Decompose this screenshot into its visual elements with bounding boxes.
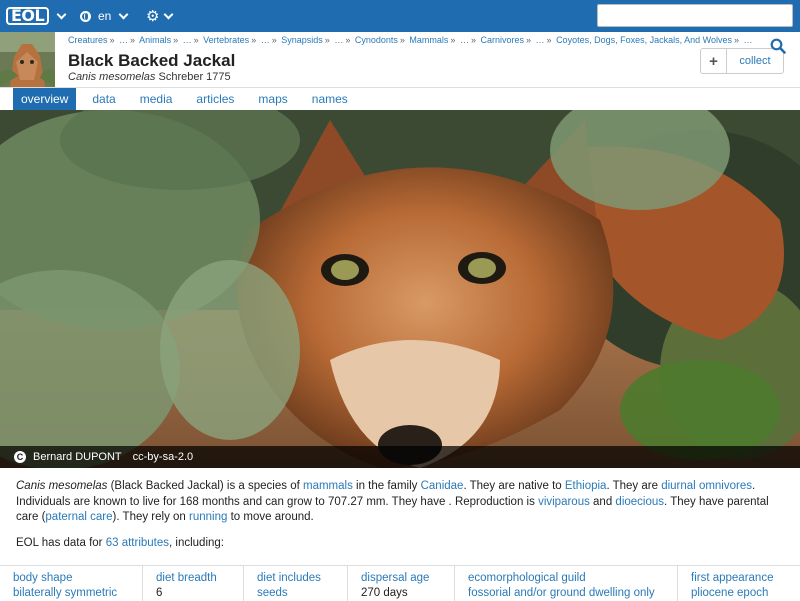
attribute-name[interactable]: diet includes [257,572,347,584]
summary-text: . They are [606,480,662,492]
summary-text: (Black Backed Jackal) is a species of [107,480,303,492]
attribute-cell: body shape bilaterally symmetric [0,566,143,601]
attribute-value[interactable]: fossorial and/or ground dwelling only [468,587,677,599]
link-mammals[interactable]: mammals [303,480,353,492]
tab-maps[interactable]: maps [250,88,295,110]
attributes-intro-text: , including: [169,537,224,549]
search-input[interactable] [597,4,793,27]
link-omnivores[interactable]: omnivores [699,480,752,492]
plus-icon[interactable]: + [701,49,727,73]
language-menu[interactable]: en [80,6,129,26]
link-diurnal[interactable]: diurnal [661,480,696,492]
attribute-cell: dispersal age 270 days [348,566,455,601]
attributes-intro: EOL has data for 63 attributes, includin… [16,537,224,549]
attribute-value: 270 days [361,587,408,599]
gear-icon[interactable]: ⚙ [146,9,159,24]
attribute-name[interactable]: dispersal age [361,572,454,584]
attributes-intro-text: EOL has data for [16,537,106,549]
language-label[interactable]: en [98,9,111,23]
breadcrumb-item[interactable]: Mammals [409,35,448,45]
tab-names[interactable]: names [304,88,356,110]
tab-media[interactable]: media [132,88,181,110]
chevron-down-icon[interactable] [164,9,174,19]
settings-menu[interactable]: ⚙ [146,6,174,26]
summary-text: ). They rely on [112,511,190,523]
chevron-down-icon[interactable] [118,9,129,19]
link-paternal-care[interactable]: paternal care [45,511,112,523]
scientific-name-authority: Schreber 1775 [158,71,231,83]
attribute-value[interactable]: seeds [257,587,347,599]
link-dioecious[interactable]: dioecious [615,496,664,508]
breadcrumb: Creatures» …» Animals» …» Vertebrates» …… [68,35,753,45]
scientific-name-binomial: Canis mesomelas [68,71,156,83]
link-viviparous[interactable]: viviparous [538,496,590,508]
top-navigation-bar: EOL en ⚙ [0,0,800,32]
attribute-value: 6 [156,587,163,599]
attribute-cell: diet breadth 6 [143,566,244,601]
summary-text: and [589,495,616,508]
taxon-header: Creatures» …» Animals» …» Vertebrates» …… [0,32,800,88]
attribute-cell: diet includes seeds [244,566,348,601]
attribute-value[interactable]: pliocene epoch [691,587,800,599]
attribute-value[interactable]: bilaterally symmetric [13,587,142,599]
image-license: cc-by-sa-2.0 [132,451,194,463]
breadcrumb-ellipsis[interactable]: … [261,35,270,45]
globe-icon[interactable] [80,10,91,22]
breadcrumb-item[interactable]: Cynodonts [355,35,398,45]
attribute-cell: first appearance pliocene epoch [678,566,800,601]
scientific-name: Canis mesomelas Schreber 1775 [68,71,231,83]
creative-commons-icon: C [14,451,26,463]
attributes-count-link[interactable]: 63 attributes [106,537,169,549]
summary-text: in the family [352,480,421,492]
breadcrumb-ellipsis[interactable]: … [334,35,343,45]
attribute-name[interactable]: first appearance [691,572,800,584]
tab-overview[interactable]: overview [13,88,77,110]
search-icon[interactable] [770,38,786,54]
link-canidae[interactable]: Canidae [421,480,464,492]
breadcrumb-ellipsis[interactable]: … [744,35,753,45]
hero-image[interactable] [0,110,800,468]
breadcrumb-item[interactable]: Coyotes, Dogs, Foxes, Jackals, And Wolve… [556,35,732,45]
breadcrumb-ellipsis[interactable]: … [119,35,128,45]
breadcrumb-ellipsis[interactable]: … [536,35,545,45]
summary-text: to move around. [227,511,314,523]
taxon-summary: Canis mesomelas (Black Backed Jackal) is… [16,479,790,526]
breadcrumb-ellipsis[interactable]: … [183,35,192,45]
attribute-cell: ecomorphological guild fossorial and/or … [455,566,678,601]
eol-home-menu[interactable]: EOL [6,6,67,26]
eol-logo[interactable]: EOL [6,7,50,25]
summary-text: . They are native to [463,480,565,492]
collect-label[interactable]: collect [727,55,783,67]
breadcrumb-item[interactable]: Creatures [68,35,108,45]
image-attribution: C Bernard DUPONT cc-by-sa-2.0 [0,446,800,468]
breadcrumb-ellipsis[interactable]: … [460,35,469,45]
attribute-name[interactable]: ecomorphological guild [468,572,677,584]
taxon-tabs: overview data media articles maps names [0,88,800,110]
taxon-thumbnail[interactable] [0,32,55,87]
tab-data[interactable]: data [84,88,123,110]
attribute-name[interactable]: body shape [13,572,142,584]
page-title: Black Backed Jackal [68,51,236,70]
breadcrumb-item[interactable]: Vertebrates [203,35,249,45]
attribute-name[interactable]: diet breadth [156,572,243,584]
chevron-down-icon[interactable] [56,9,67,19]
image-author: Bernard DUPONT [33,451,122,463]
breadcrumb-item[interactable]: Animals [139,35,171,45]
breadcrumb-item[interactable]: Synapsids [281,35,323,45]
tab-articles[interactable]: articles [188,88,242,110]
attribute-table: body shape bilaterally symmetric diet br… [0,565,800,601]
link-running[interactable]: running [189,511,227,523]
breadcrumb-item[interactable]: Carnivores [480,35,524,45]
link-ethiopia[interactable]: Ethiopia [565,480,607,492]
summary-sci-name: Canis mesomelas [16,480,108,492]
